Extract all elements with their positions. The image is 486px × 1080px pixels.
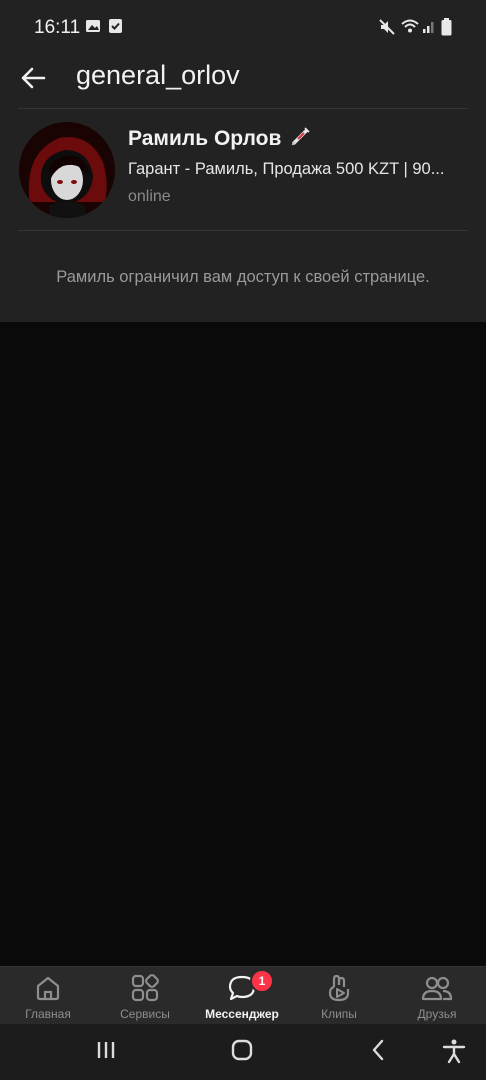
nav-label: Мессенджер [205, 1007, 279, 1021]
nav-item-home[interactable]: Главная [0, 967, 96, 1025]
nav-label: Сервисы [120, 1007, 170, 1021]
nav-label: Друзья [417, 1007, 457, 1021]
restricted-access-message: Рамиль ограничил вам доступ к своей стра… [56, 268, 430, 286]
nav-item-services[interactable]: Сервисы [97, 967, 193, 1025]
status-time: 16:11 [34, 17, 81, 38]
nav-item-friends[interactable]: Друзья [389, 967, 485, 1025]
arrow-left-icon [21, 67, 46, 89]
divider [18, 108, 468, 109]
divider [18, 230, 468, 231]
nav-label: Клипы [321, 1007, 357, 1021]
back-nav-button[interactable] [366, 1038, 390, 1062]
avatar[interactable] [19, 122, 115, 218]
status-bar: 16:11 [0, 0, 486, 58]
home-button[interactable] [230, 1038, 254, 1062]
back-button[interactable] [18, 62, 50, 94]
avatar-image [19, 122, 115, 218]
nav-item-messenger[interactable]: 1 Мессенджер [194, 967, 290, 1025]
gallery-icon [86, 20, 100, 32]
profile-card: Рамиль Орлов Гарант - Рамиль, Продажа 50… [0, 108, 486, 322]
profile-status-text: Гарант - Рамиль, Продажа 500 KZT | 90... [128, 160, 445, 178]
nav-label: Главная [25, 1007, 71, 1021]
syringe-icon [291, 127, 310, 146]
battery-icon [441, 18, 452, 36]
profile-name: Рамиль Орлов [128, 127, 282, 150]
home-icon [36, 976, 60, 1001]
unread-badge: 1 [250, 969, 274, 993]
bottom-navigation: Главная Сервисы 1 Мессенджер Клипы Друзь… [0, 966, 486, 1025]
check-icon [109, 19, 122, 33]
wifi-icon [401, 19, 419, 33]
friends-icon [421, 976, 453, 1001]
services-icon [131, 974, 159, 1002]
signal-icon [423, 22, 434, 33]
app-header: general_orlov [0, 58, 486, 108]
recent-apps-button[interactable] [94, 1038, 118, 1062]
nav-item-clips[interactable]: Клипы [291, 967, 387, 1025]
profile-name-row: Рамиль Орлов [128, 126, 311, 151]
system-navigation-bar [0, 1024, 486, 1080]
page-title: general_orlov [76, 60, 240, 90]
clips-icon [328, 974, 350, 1002]
online-status: online [128, 188, 171, 205]
mute-icon [379, 19, 395, 35]
accessibility-icon[interactable] [441, 1038, 467, 1064]
